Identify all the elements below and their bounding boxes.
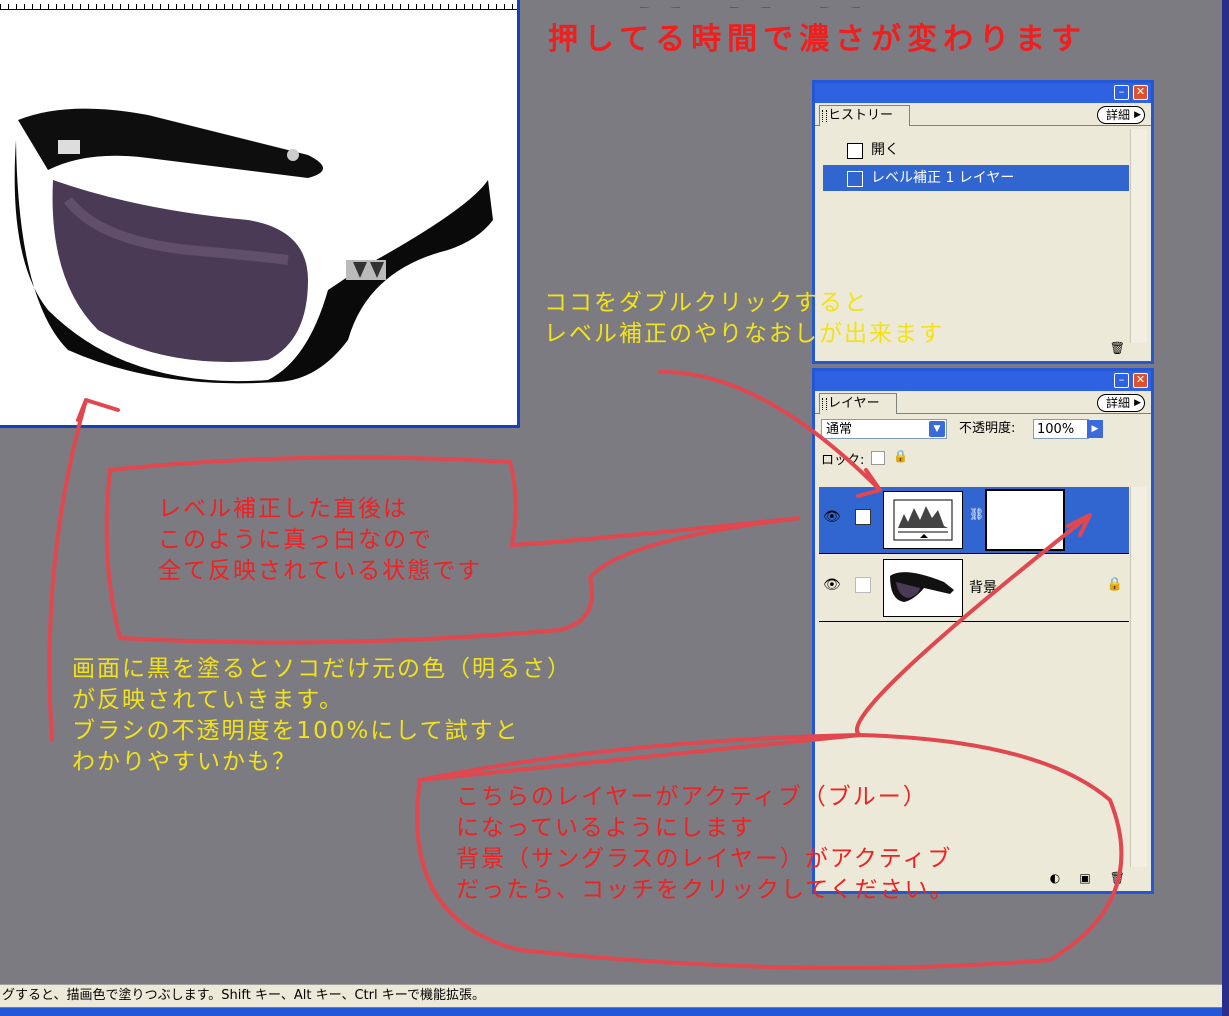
note-line: ココをダブルクリックすると (544, 290, 869, 316)
lock-transparency-checkbox[interactable] (871, 451, 885, 465)
document-icon (847, 143, 863, 159)
minimize-icon[interactable]: – (1114, 373, 1129, 388)
note-line: 全て反映されている状態です (158, 558, 483, 584)
history-scrollbar[interactable] (1130, 129, 1147, 343)
lock-label: ロック: (821, 453, 865, 468)
tab-layers[interactable]: レイヤー (819, 393, 897, 414)
window-right-border (1222, 0, 1229, 1016)
note-line: このように真っ白なので (158, 527, 433, 553)
history-tabbar: ヒストリー 詳細 (815, 103, 1151, 126)
eye-icon[interactable]: 👁 (823, 577, 841, 593)
trash-icon[interactable]: 🗑 (1110, 341, 1125, 355)
layer-row-background[interactable]: 👁 背景 🔒 (819, 555, 1129, 622)
layer-mask-toggle[interactable] (855, 509, 871, 525)
window-bottom-border (0, 1008, 1229, 1016)
adjustment-layer-icon[interactable]: ◐ (1050, 871, 1060, 885)
page-heading: 押してる時間で濃さが変わります (548, 22, 1088, 57)
dropdown-arrow-icon[interactable]: ▼ (929, 421, 945, 437)
document-window[interactable] (0, 0, 520, 428)
note-line: 背景（サングラスのレイヤー）がアクティブ (456, 846, 953, 872)
note-paint-black: 画面に黒を塗るとソコだけ元の色（明るさ） が反映されていきます。 ブラシの不透明… (72, 654, 572, 778)
note-double-click: ココをダブルクリックすると レベル補正のやりなおしが出来ます (544, 288, 944, 350)
close-icon[interactable]: ✕ (1133, 373, 1148, 388)
lock-icon: 🔒 (1106, 577, 1123, 592)
trash-icon[interactable]: 🗑 (1110, 871, 1125, 885)
note-line: 画面に黒を塗るとソコだけ元の色（明るさ） (72, 656, 572, 682)
history-footer: 🗑 (1110, 341, 1125, 357)
heading-cutoff (620, 0, 950, 8)
layers-tabbar: レイヤー 詳細 (815, 391, 1151, 414)
chain-icon[interactable]: ⛓ (969, 507, 984, 521)
close-icon[interactable]: ✕ (1133, 85, 1148, 100)
layers-detail-button[interactable]: 詳細 (1096, 394, 1145, 412)
history-item-level[interactable]: レベル補正 1 レイヤー (823, 165, 1129, 191)
blend-mode-value: 通常 (826, 422, 853, 437)
layers-titlebar[interactable]: – ✕ (815, 371, 1151, 391)
note-after-level: レベル補正した直後は このように真っ白なので 全て反映されている状態です (158, 494, 482, 587)
minimize-icon[interactable]: – (1114, 85, 1129, 100)
note-line: になっているようにします (456, 815, 755, 841)
note-line: こちらのレイヤーがアクティブ（ブルー） (456, 784, 928, 810)
new-layer-icon[interactable]: ▣ (1079, 871, 1090, 885)
note-active-layer: こちらのレイヤーがアクティブ（ブルー） になっているようにします 背景（サングラ… (456, 782, 955, 906)
status-bar: グすると、描画色で塗りつぶします。Shift キー、Alt キー、Ctrl キー… (0, 984, 1224, 1007)
history-titlebar[interactable]: – ✕ (815, 83, 1151, 103)
layers-footer: ◐ ▣ 🗑 (1050, 871, 1125, 887)
sunglasses-photo (14, 108, 494, 384)
layer-mask-thumbnail[interactable] (985, 489, 1065, 551)
layer-link-cell[interactable] (855, 577, 871, 593)
layer-row-level-adjustment[interactable]: 👁 ⛓ (819, 487, 1129, 554)
note-line: レベル補正した直後は (158, 496, 408, 522)
blend-mode-select[interactable]: 通常 ▼ (821, 419, 947, 439)
opacity-arrow-icon[interactable]: ▶ (1087, 420, 1103, 438)
adjustment-layer-icon (883, 491, 963, 549)
lock-icon[interactable]: 🔒 (893, 449, 908, 463)
background-thumbnail (883, 559, 963, 617)
horizontal-ruler (0, 0, 517, 10)
note-line: が反映されていきます。 (72, 687, 345, 713)
note-line: レベル補正のやりなおしが出来ます (544, 321, 944, 347)
eye-icon[interactable]: 👁 (823, 509, 841, 525)
note-line: ブラシの不透明度を100%にして試すと (72, 718, 520, 744)
history-item-label: 開く (871, 142, 899, 158)
opacity-label: 不透明度: (959, 421, 1016, 436)
history-detail-button[interactable]: 詳細 (1096, 106, 1145, 124)
opacity-input[interactable]: 100% (1033, 419, 1089, 439)
tab-history[interactable]: ヒストリー (819, 105, 911, 126)
layer-name: 背景 (969, 580, 997, 596)
note-line: だったら、コッチをクリックしてください。 (456, 877, 955, 903)
document-icon (847, 171, 863, 187)
history-item-label: レベル補正 1 レイヤー (871, 170, 1015, 186)
layers-scrollbar[interactable] (1130, 487, 1147, 867)
note-line: わかりやすいかも？ (72, 749, 297, 775)
history-item-open[interactable]: 開く (823, 137, 1129, 163)
